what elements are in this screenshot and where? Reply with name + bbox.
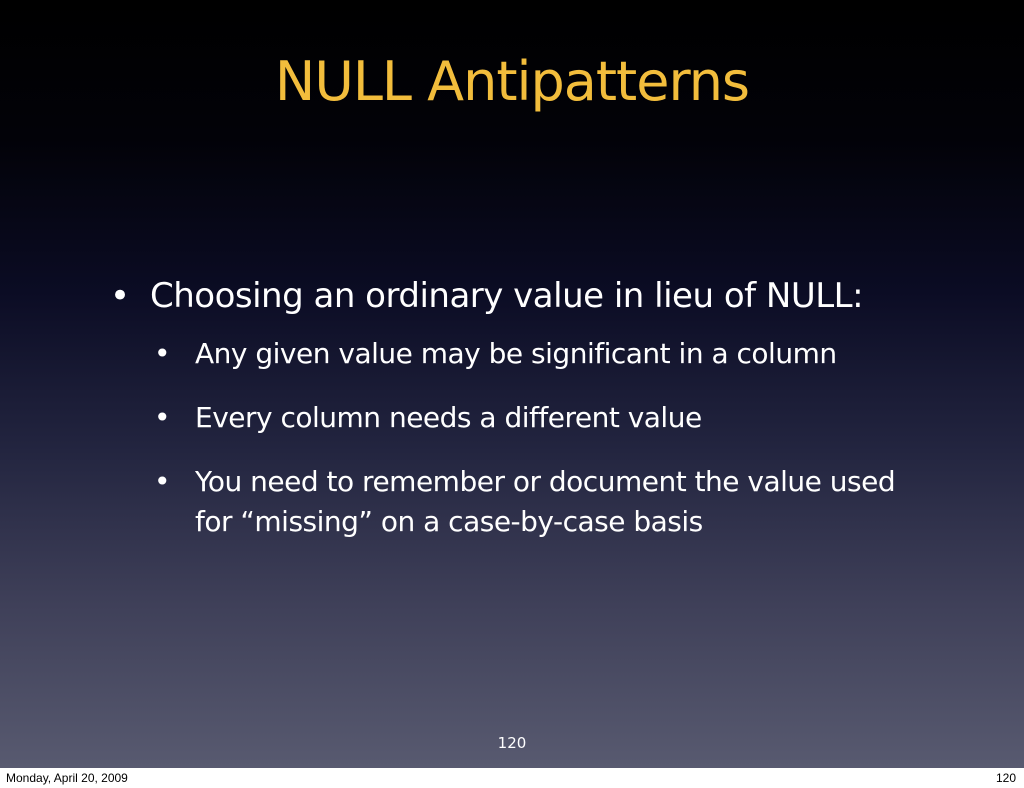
bullet-dot-icon: •	[154, 337, 171, 370]
sub-bullet-text: You need to remember or document the val…	[195, 465, 896, 538]
print-footer: Monday, April 20, 2009 120	[0, 768, 1024, 788]
bullet-dot-icon: •	[154, 401, 171, 434]
print-page: NULL Antipatterns • Choosing an ordinary…	[0, 0, 1024, 788]
sub-bullet-text: Every column needs a different value	[195, 401, 702, 434]
slide: NULL Antipatterns • Choosing an ordinary…	[0, 0, 1024, 768]
sub-bullet-list: • Any given value may be significant in …	[154, 334, 930, 542]
sub-bullet-item: • Every column needs a different value	[154, 398, 930, 438]
bullet-item: • Choosing an ordinary value in lieu of …	[110, 274, 930, 318]
footer-page-number: 120	[995, 771, 1016, 785]
bullet-list: • Choosing an ordinary value in lieu of …	[110, 274, 930, 566]
sub-bullet-item: • You need to remember or document the v…	[154, 462, 930, 542]
bullet-dot-icon: •	[154, 465, 171, 498]
slide-title: NULL Antipatterns	[274, 50, 750, 113]
slide-page-number: 120	[497, 734, 527, 752]
sub-bullet-item: • Any given value may be significant in …	[154, 334, 930, 374]
sub-bullet-text: Any given value may be significant in a …	[195, 337, 837, 370]
bullet-dot-icon: •	[110, 276, 130, 316]
bullet-text: Choosing an ordinary value in lieu of NU…	[150, 276, 864, 316]
footer-date: Monday, April 20, 2009	[6, 771, 128, 785]
